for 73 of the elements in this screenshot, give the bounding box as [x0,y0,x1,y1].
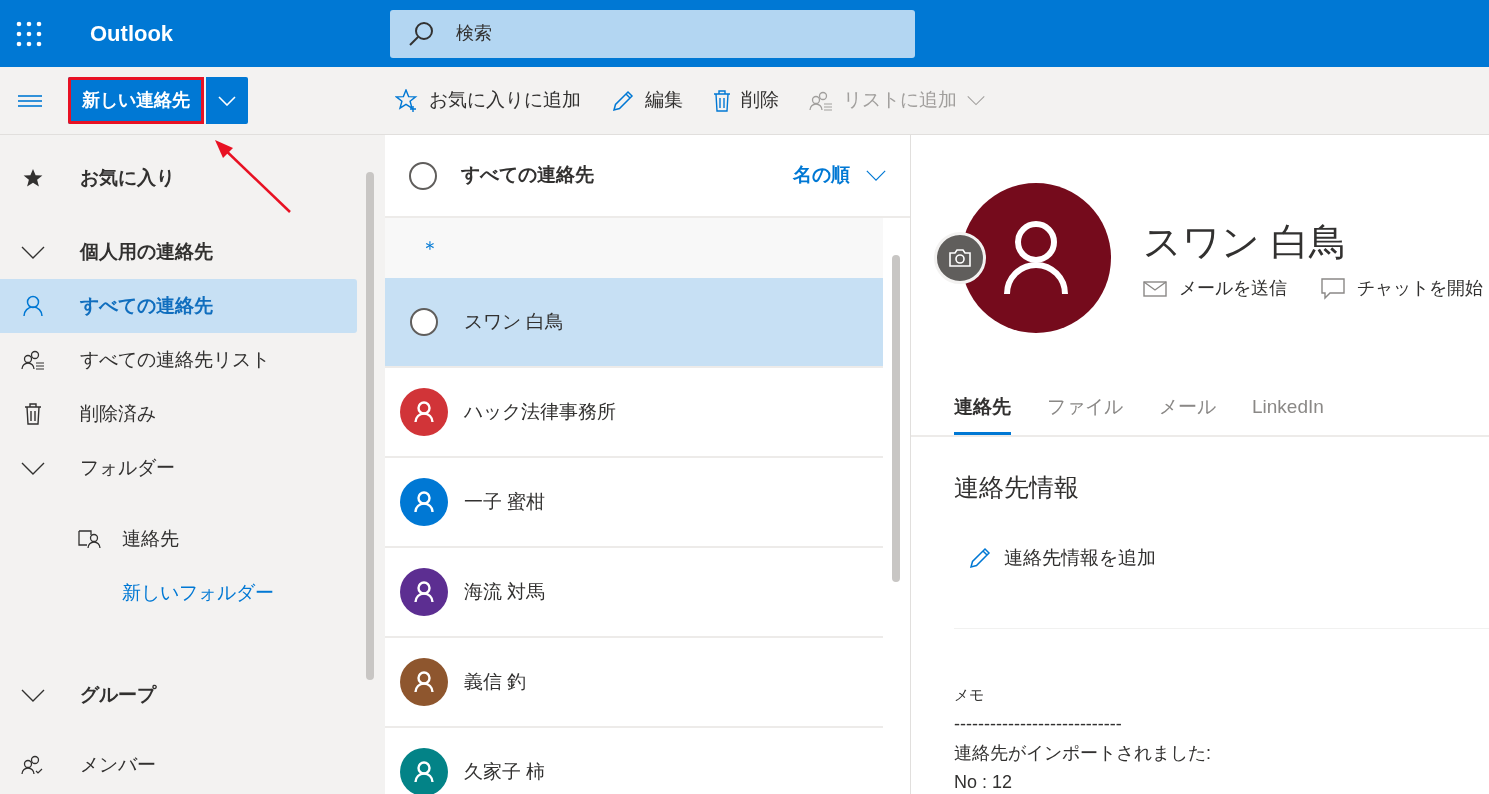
camera-icon [948,248,972,268]
scrollbar-thumb[interactable] [366,172,374,680]
contact-name: 一子 蜜柑 [464,489,546,514]
memo-line: ---------------------------- [954,713,1123,736]
new-contact-button[interactable]: 新しい連絡先 [68,77,204,124]
pencil-icon [611,88,635,113]
new-contact-dropdown-button[interactable] [206,77,248,124]
contact-row[interactable]: 久家子 柿 [385,728,883,794]
contact-row[interactable]: ハック法律事務所 [385,368,883,458]
contact-name: 海流 対馬 [464,579,546,604]
list-title: すべての連絡先 [461,163,594,188]
menu-icon[interactable] [16,92,44,109]
app-launcher-icon[interactable] [16,20,42,47]
contact-row[interactable]: 一子 蜜柑 [385,458,883,548]
contact-name: 義信 釣 [464,669,527,694]
people-list-icon [20,350,45,370]
sidebar-item[interactable]: グループ [0,668,357,722]
delete-button[interactable]: 削除 [713,86,779,115]
people-list-icon [809,90,833,111]
tab[interactable]: メール [1159,393,1216,435]
app-title: Outlook [90,20,174,48]
memo-line: 連絡先がインポートされました: [954,742,1212,765]
chevron-icon [20,245,45,259]
chevron-icon [20,461,45,475]
section-title: 連絡先情報 [954,471,1080,503]
add-contact-info-link[interactable]: 連絡先情報を追加 [968,544,1156,573]
group-header: ＊ [420,236,440,261]
contact-row[interactable]: 義信 釣 [385,638,883,728]
search-icon [408,20,435,47]
star-icon [22,168,43,188]
contact-row[interactable]: スワン 白鳥 [385,278,883,368]
caret-icon [967,94,985,107]
chat-bubble-icon [1321,277,1345,300]
sidebar-item[interactable]: 個人用の連絡先 [0,225,357,279]
star-icon [395,88,419,113]
sidebar-item[interactable]: フォルダー [0,441,357,495]
camera-button[interactable] [934,232,986,284]
tab[interactable]: ファイル [1047,393,1123,435]
select-all-checkbox[interactable] [409,161,437,190]
sidebar-item[interactable]: 連絡先 [0,512,357,566]
chevron-icon [20,688,45,702]
send-mail-button[interactable]: メールを送信 [1143,275,1287,302]
sidebar-item[interactable]: 削除済み [0,387,357,441]
chevron-icon [218,95,236,106]
mail-icon [1143,280,1167,297]
favorite-button[interactable]: お気に入りに追加 [395,86,581,115]
tab[interactable]: 連絡先 [954,393,1011,435]
tab[interactable]: LinkedIn [1252,393,1324,435]
search-field[interactable]: 検索 [390,9,916,58]
scrollbar-thumb[interactable] [892,255,900,582]
folder-person-icon [78,529,102,549]
select-checkbox[interactable] [410,308,438,336]
sidebar-item[interactable]: メンバー [0,738,357,792]
person-icon [22,295,43,317]
sidebar-item[interactable]: お気に入り [0,151,357,205]
trash-icon [713,89,731,112]
pencil-icon [968,546,992,571]
memo-line: No : 12 [954,771,1014,794]
contact-row[interactable]: 海流 対馬 [385,548,883,638]
sidebar-item[interactable]: すべての連絡先リスト [0,333,357,387]
edit-button[interactable]: 編集 [611,86,683,115]
chevron-icon [866,169,886,182]
trash-icon [23,403,42,425]
memo-label: メモ [954,684,985,705]
people-check-icon [20,755,45,775]
contact-name: スワン 白鳥 [1143,220,1348,265]
contact-name: ハック法律事務所 [464,399,616,424]
contact-name: スワン 白鳥 [464,309,565,334]
new-folder-link[interactable]: 新しいフォルダー [0,566,357,620]
start-chat-button[interactable]: チャットを開始 [1321,275,1483,302]
sort-dropdown[interactable]: 名の順 [793,161,886,190]
contact-name: 久家子 柿 [464,759,546,784]
sidebar-item[interactable]: すべての連絡先 [0,279,357,333]
